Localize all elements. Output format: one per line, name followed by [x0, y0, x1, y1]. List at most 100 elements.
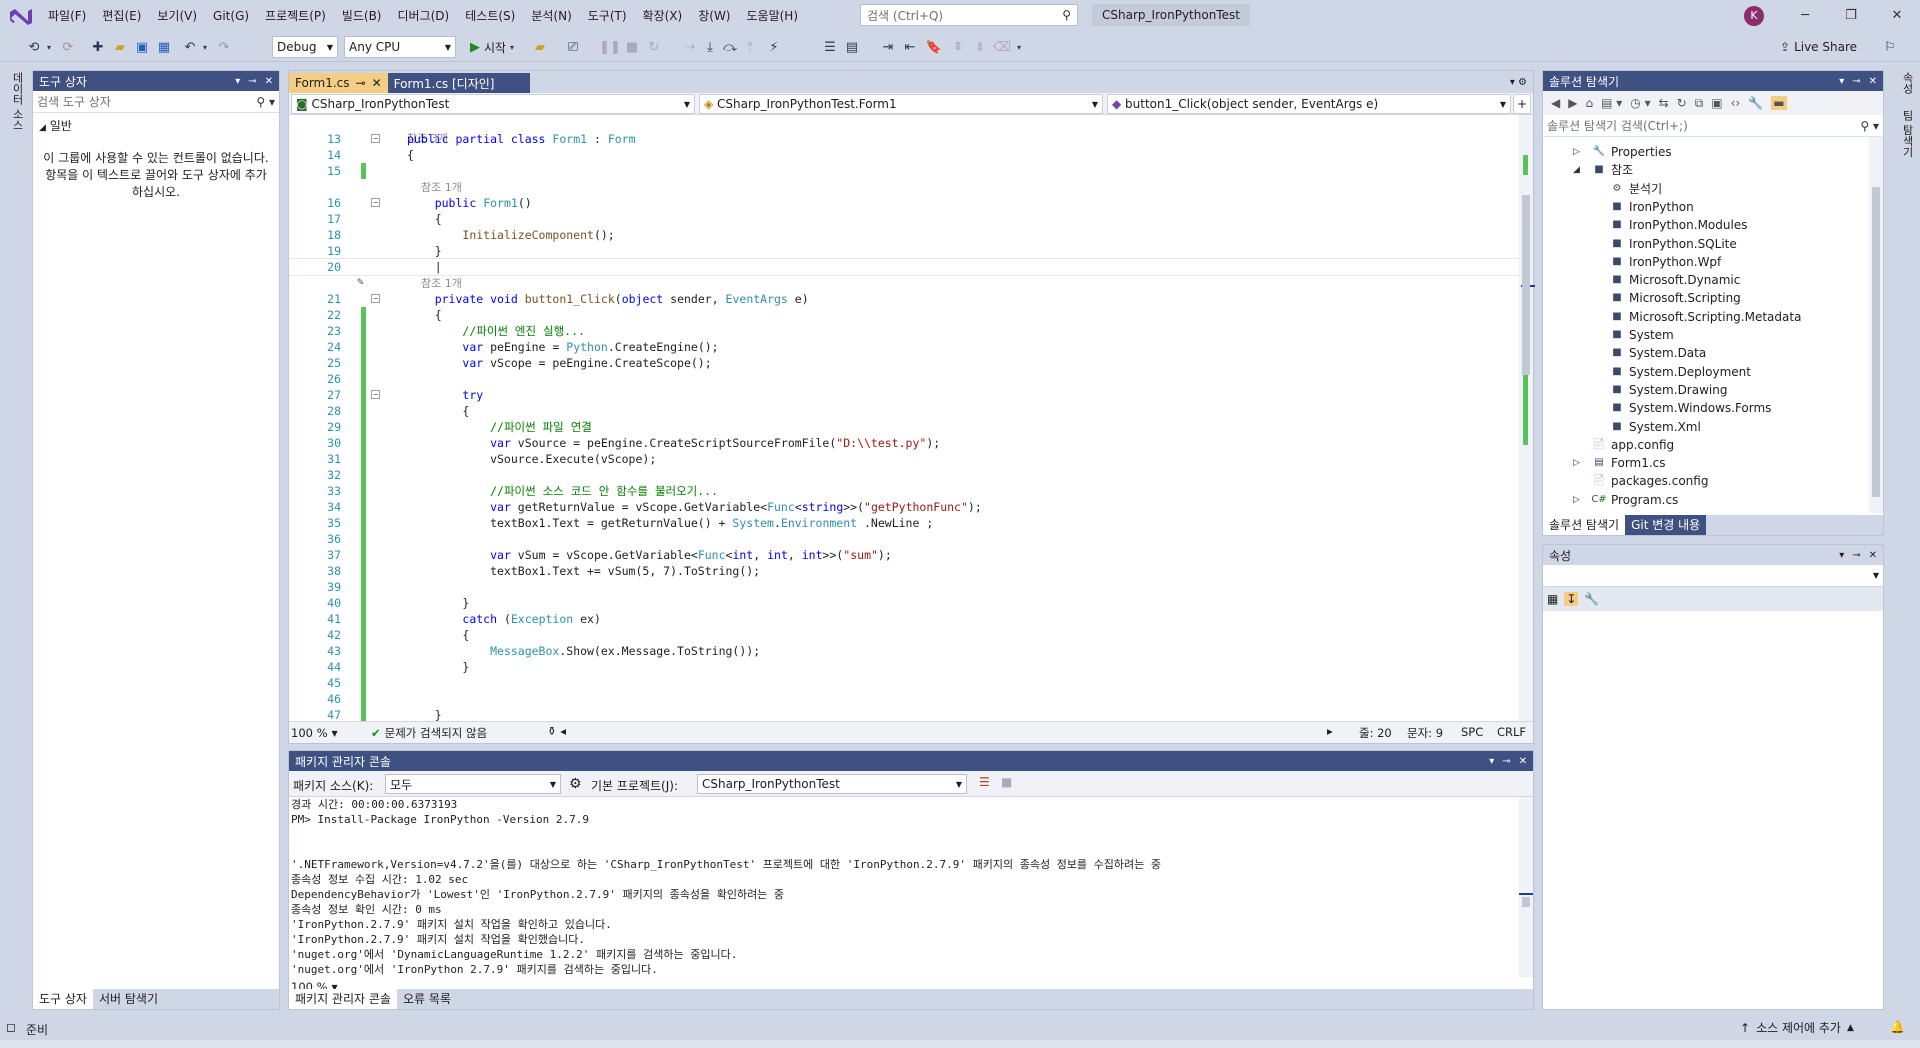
back-icon[interactable]: ⟲ [24, 36, 44, 58]
pause-icon[interactable]: ❚❚ [599, 36, 621, 58]
feedback-icon[interactable]: ⚐ [1880, 36, 1900, 58]
team-explorer-tab[interactable]: 팀 탐색기 [1899, 110, 1915, 158]
stop-icon[interactable]: ■ [624, 36, 640, 58]
clear-bookmarks-icon[interactable]: ⌫ [993, 36, 1011, 58]
categorized-icon[interactable]: ▦ [1547, 592, 1558, 606]
tree-item[interactable]: ■ System.Deployment [1611, 363, 1751, 381]
sync-icon[interactable]: ⇆ [1659, 96, 1669, 110]
forward-icon[interactable]: ▶ [1568, 96, 1577, 110]
view-code-icon[interactable]: ‹› [1731, 96, 1741, 110]
close-icon[interactable]: ✕ [1869, 76, 1877, 87]
default-project-select[interactable]: CSharp_IronPythonTest ▼ [697, 774, 967, 794]
issues-indicator[interactable]: ✔ 문제가 검색되지 않음 [371, 724, 487, 742]
tree-item[interactable]: ■ System.Windows.Forms [1611, 399, 1771, 417]
tree-item[interactable]: ■ Microsoft.Scripting [1611, 289, 1741, 307]
notifications-bell-icon[interactable]: 🔔 [1890, 1020, 1905, 1034]
menu-item[interactable]: Git(G) [205, 0, 257, 32]
collapse-outline-icon[interactable]: − [371, 198, 380, 207]
member-dropdown[interactable]: ◆ button1_Click(object sender, EventArgs… [1107, 94, 1511, 114]
bookmark-icon[interactable]: 🔖 [926, 36, 942, 58]
code-text-area[interactable]: 참조 3개 13 − public partial class Form1 : Fo… [289, 115, 1533, 721]
zoom-select[interactable]: 100 % ▼ [291, 724, 338, 742]
tree-item[interactable]: ■ 참조 [1593, 161, 1633, 179]
collapse-arrow-icon[interactable]: ◢ [1573, 165, 1580, 175]
tab-git-changes[interactable]: Git 변경 내용 [1625, 515, 1707, 535]
save-icon[interactable]: ▣ [132, 36, 152, 58]
menu-item[interactable]: 파일(F) [40, 0, 94, 32]
notification-icon[interactable]: ◻ [6, 1020, 16, 1034]
editor-vertical-scrollbar[interactable] [1519, 115, 1535, 721]
back-icon[interactable]: ◀ [1551, 96, 1560, 110]
tab-solution-explorer[interactable]: 솔루션 탐색기 [1543, 515, 1626, 535]
properties-wrench-icon[interactable]: 🔧 [1748, 96, 1763, 110]
comment-icon[interactable]: ▤ [844, 36, 860, 58]
tree-item[interactable]: 🔧 Properties [1593, 143, 1672, 161]
menu-item[interactable]: 분석(N) [523, 0, 579, 32]
line-indicator[interactable]: 줄: 20 [1359, 725, 1392, 741]
expand-arrow-icon[interactable]: ▷ [1573, 495, 1580, 505]
prev-bookmark-icon[interactable]: ⇞ [950, 36, 966, 58]
horizontal-scroll-right-icon[interactable]: ▸ [1327, 724, 1333, 742]
tree-item[interactable]: ■ IronPython.SQLite [1611, 235, 1736, 253]
add-to-source-control-button[interactable]: ↑ 소스 제어에 추가 ▲ [1740, 1019, 1854, 1036]
tree-item[interactable]: ■ IronPython.Modules [1611, 216, 1747, 234]
pin-icon[interactable]: ⊸ [248, 76, 256, 87]
pin-icon[interactable]: ⊸ [1502, 756, 1510, 767]
toolbox-group-general[interactable]: ◢ 일반 [33, 113, 279, 138]
pin-icon[interactable]: ⊸ [1852, 550, 1860, 561]
project-dropdown[interactable]: ◙ CSharp_IronPythonTest ▼ [291, 94, 695, 114]
toolbox-search-input[interactable]: 검색 도구 상자 ⚲ ▾ [33, 91, 279, 113]
tree-item[interactable]: ■ IronPython [1611, 198, 1694, 216]
folder-icon[interactable]: ▰ [530, 36, 550, 58]
data-sources-tab[interactable]: 데이터 소스 [9, 72, 25, 131]
window-position-icon[interactable]: ▾ [1839, 76, 1844, 87]
stop-command-icon[interactable]: ■ [1001, 775, 1012, 789]
tree-item[interactable]: ■ Microsoft.Dynamic [1611, 271, 1740, 289]
class-dropdown[interactable]: ◈ CSharp_IronPythonTest.Form1 ▼ [699, 94, 1103, 114]
tree-item[interactable]: ■ System.Data [1611, 344, 1706, 362]
home-icon[interactable]: ⌂ [1585, 96, 1593, 110]
live-share-button[interactable]: ⇪ Live Share [1780, 36, 1857, 58]
undo-icon[interactable]: ↶ [180, 36, 200, 58]
close-window-button[interactable]: ✕ [1874, 0, 1920, 32]
tab-form1-designer[interactable]: Form1.cs [디자인] [387, 73, 530, 93]
tree-item[interactable]: ■ IronPython.Wpf [1611, 253, 1721, 271]
outdent-icon[interactable]: ⇤ [902, 36, 918, 58]
window-position-icon[interactable]: ▾ [1489, 756, 1494, 767]
menu-item[interactable]: 도구(T) [580, 0, 635, 32]
tree-item[interactable]: 📄 app.config [1593, 436, 1674, 454]
step-out-icon[interactable]: ⤒ [742, 36, 758, 58]
menu-item[interactable]: 도움말(H) [739, 0, 807, 32]
menu-item[interactable]: 테스트(S) [457, 0, 523, 32]
solution-scrollbar[interactable] [1869, 137, 1883, 513]
tree-item[interactable]: ■ System.Xml [1611, 418, 1701, 436]
menu-item[interactable]: 빌드(B) [334, 0, 390, 32]
hot-reload-icon[interactable]: ⚡ [764, 36, 784, 58]
whitespace-indicator[interactable]: SPC [1461, 725, 1483, 739]
switch-views-icon[interactable]: ▤ ▾ [1601, 96, 1622, 110]
properties-side-tab[interactable]: 속성 [1899, 72, 1915, 94]
collapse-outline-icon[interactable]: − [371, 134, 380, 143]
avatar[interactable]: K [1744, 6, 1764, 26]
open-file-icon[interactable]: ▰ [110, 36, 130, 58]
menu-item[interactable]: 보기(V) [149, 0, 205, 32]
expand-arrow-icon[interactable]: ▷ [1573, 458, 1580, 468]
forward-icon[interactable]: ⟳ [58, 36, 78, 58]
tree-item[interactable]: ⚙ 분석기 [1611, 180, 1663, 198]
step-over-icon[interactable]: ⤼ [722, 36, 738, 58]
next-bookmark-icon[interactable]: ⇟ [972, 36, 988, 58]
outline-icon[interactable]: ☰ [822, 36, 838, 58]
search-input[interactable]: 검색 (Ctrl+Q) ⚲ [860, 4, 1078, 26]
tab-form1-cs[interactable]: Form1.cs ⊸ ✕ [289, 73, 388, 93]
expand-arrow-icon[interactable]: ▷ [1573, 147, 1580, 157]
close-icon[interactable]: ✕ [265, 76, 273, 87]
preview-selected-icon[interactable]: ▬ [1771, 96, 1787, 110]
tree-item[interactable]: ■ System.Drawing [1611, 381, 1727, 399]
refresh-icon[interactable]: ↻ [1677, 96, 1687, 110]
settings-gear-icon[interactable]: ⚙ [569, 776, 582, 792]
restore-button[interactable]: ❐ [1828, 0, 1874, 32]
package-source-select[interactable]: 모두 ▼ [385, 774, 561, 794]
pin-icon[interactable]: ⊸ [356, 76, 366, 90]
collapse-outline-icon[interactable]: − [371, 294, 380, 303]
pin-icon[interactable]: ⊸ [1852, 76, 1860, 87]
